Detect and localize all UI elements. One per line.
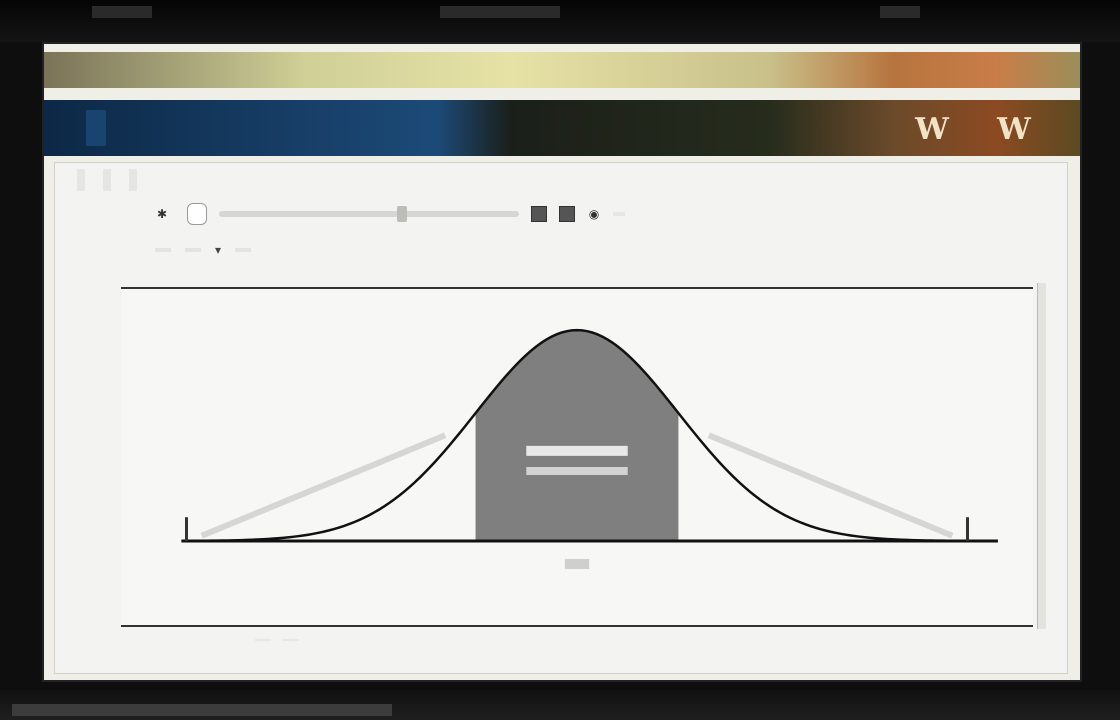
taskbar [0,690,1120,720]
shaded-region [475,330,679,541]
value-input[interactable] [187,203,207,225]
option-field[interactable] [235,248,252,252]
status-item [255,639,271,641]
slider-handle[interactable] [397,206,407,222]
status-bar [255,639,299,641]
title-bar: W W [44,100,1080,156]
vertical-scrollbar[interactable] [1037,283,1046,629]
top-bar-item [440,6,560,18]
taskbar-item[interactable] [12,704,392,716]
chevron-down-icon[interactable]: ▾ [215,243,221,257]
settings-icon[interactable]: ◉ [587,207,601,221]
option-field[interactable] [155,248,171,252]
chart-area [121,287,1033,627]
x-tick-label-zero [564,559,590,569]
menu-bar [77,169,137,191]
menu-item[interactable] [103,169,111,191]
window-title [86,110,106,146]
app-window: W W ✱ ◉ ▾ [44,44,1080,680]
w-logo-icon[interactable]: W [910,112,954,148]
top-bar-item [92,6,152,18]
top-bar-item [880,6,920,18]
toolbar: ✱ ◉ [155,201,625,227]
region-label-bar [526,467,628,475]
menu-item[interactable] [77,169,85,191]
w-logo-icon[interactable]: W [992,112,1036,148]
main-panel: ✱ ◉ ▾ [54,162,1068,674]
option-field[interactable] [185,248,201,252]
left-guide-line [200,432,447,539]
top-bar [0,0,1120,42]
browser-strip [44,52,1080,88]
status-item [283,639,299,641]
parameter-slider[interactable] [219,206,519,222]
color-swatch-button[interactable] [531,206,547,222]
region-label-bar [526,445,628,456]
color-swatch-button[interactable] [559,206,575,222]
menu-item[interactable] [129,169,137,191]
toolbar-label: ✱ [155,207,175,221]
pin-icon: ✱ [156,207,168,221]
normal-distribution-chart [181,328,998,569]
toolbar-field[interactable] [613,212,625,216]
right-guide-line [707,432,954,539]
options-row: ▾ [155,239,252,261]
